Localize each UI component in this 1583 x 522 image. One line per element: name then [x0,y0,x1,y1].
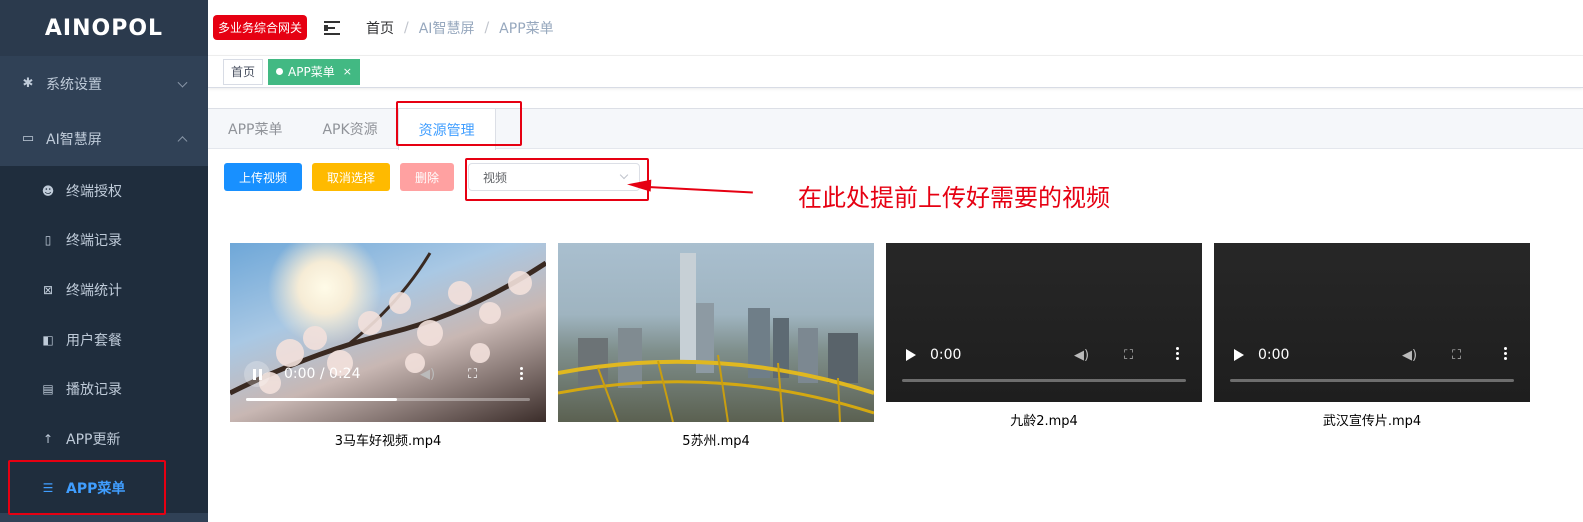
video-time: 0:00 [1258,347,1290,363]
close-icon[interactable]: × [343,65,352,78]
annotation-box-tab [396,101,522,146]
annotation-box-select [465,158,649,201]
video-controls: 0:00 ◀) ⛶ [886,347,1202,363]
hamburger-icon[interactable] [324,20,341,35]
video-controls: 0:00 / 0:24 ◀) ⛶ [230,361,546,387]
progress-bar[interactable] [1230,379,1514,382]
monitor-icon: ▭ [21,131,35,146]
fullscreen-icon[interactable]: ⛶ [468,367,477,382]
fullscreen-icon[interactable]: ⛶ [1124,348,1133,363]
tab-app-menu[interactable]: APP菜单 [208,109,302,149]
city-skyline-image [558,253,874,422]
breadcrumb-app-menu: APP菜单 [499,20,554,37]
cherry-blossom-image [230,252,546,396]
sidebar-group-label: AI智慧屏 [46,131,102,148]
tag-label: APP菜单 [288,65,335,79]
sidebar-item-app-update[interactable]: ↑ APP更新 [0,414,208,464]
video-controls: 0:00 ◀) ⛶ [1214,347,1530,363]
tag-label: 首页 [231,65,256,79]
chevron-up-icon [177,135,188,146]
tab-apk-resources[interactable]: APK资源 [302,109,397,149]
video-grid: 0:00 / 0:24 ◀) ⛶ 3马车好视频.mp4 5苏州.mp4 0:00… [230,243,1542,449]
video-player[interactable]: 0:00 / 0:24 ◀) ⛶ [230,243,546,422]
delete-button[interactable]: 删除 [400,163,455,191]
breadcrumb: 首页 / AI智慧屏 / APP菜单 [366,18,554,38]
sidebar-item-label: 终端统计 [66,282,122,299]
sidebar-group-ai-screen[interactable]: ▭ AI智慧屏 [0,111,208,166]
video-name: 九龄2.mp4 [1010,414,1078,429]
video-player[interactable]: 0:00 ◀) ⛶ [886,243,1202,402]
progress-bar[interactable] [246,398,530,401]
tags-view: 首页 APP菜单 × [208,56,1583,88]
arrow-up-icon: ↑ [42,431,54,446]
package-icon: ◧ [42,332,54,347]
video-time: 0:00 / 0:24 [284,366,361,382]
gear-icon: ✱ [22,76,34,91]
sidebar-group-label: 系统设置 [46,76,102,93]
sidebar-item-user-package[interactable]: ◧ 用户套餐 [0,315,208,365]
calendar-icon: ⊠ [42,282,54,297]
pause-icon[interactable] [244,361,270,387]
video-name: 5苏州.mp4 [682,434,750,449]
video-name: 武汉宣传片.mp4 [1322,414,1422,429]
video-time: 0:00 [930,347,962,363]
breadcrumb-ai-screen: AI智慧屏 [418,20,475,37]
sidebar-item-play-records[interactable]: ▤ 播放记录 [0,364,208,414]
video-card: 0:00 / 0:24 ◀) ⛶ 3马车好视频.mp4 [230,243,546,449]
play-icon[interactable] [906,349,916,361]
annotation-box-sidebar [8,460,166,515]
sidebar-item-terminal-stats[interactable]: ⊠ 终端统计 [0,265,208,315]
play-icon[interactable] [1234,349,1244,361]
volume-icon[interactable]: ◀) [420,367,435,382]
annotation-arrow-head [626,178,652,192]
sidebar-item-label: 终端记录 [66,233,122,250]
sidebar-item-terminal-records[interactable]: ▯ 终端记录 [0,216,208,266]
navbar: 多业务综合网关 首页 / AI智慧屏 / APP菜单 [208,0,1583,56]
sidebar-group-settings[interactable]: ✱ 系统设置 [0,56,208,111]
sidebar-item-label: 终端授权 [66,183,122,200]
logo: AINOPOL [0,0,208,56]
cancel-selection-button[interactable]: 取消选择 [312,163,391,191]
video-card: 0:00 ◀) ⛶ 九龄2.mp4 [886,243,1202,449]
tag-home[interactable]: 首页 [223,58,264,85]
main-area: 多业务综合网关 首页 / AI智慧屏 / APP菜单 首页 APP菜单 × AP… [208,0,1583,522]
breadcrumb-home[interactable]: 首页 [366,18,394,38]
more-options-icon[interactable] [520,367,524,382]
annotation-arrow-line [647,186,753,194]
volume-icon[interactable]: ◀) [1402,348,1417,363]
active-dot-icon [276,68,284,75]
progress-bar[interactable] [902,379,1186,382]
sidebar-item-label: 播放记录 [66,382,122,399]
chevron-down-icon [177,77,188,88]
tag-app-menu[interactable]: APP菜单 × [268,58,360,85]
progress-fill [246,398,397,401]
upload-video-button[interactable]: 上传视频 [224,163,303,191]
breadcrumb-separator: / [404,19,409,36]
more-options-icon[interactable] [1504,347,1508,362]
sidebar-item-label: APP更新 [66,431,121,448]
video-name: 3马车好视频.mp4 [334,434,442,449]
video-player[interactable]: 0:00 ◀) ⛶ [1214,243,1530,402]
document-icon: ▯ [44,233,52,248]
robot-icon: ☻ [41,183,55,198]
sidebar: AINOPOL ✱ 系统设置 ▭ AI智慧屏 ☻ 终端授权 ▯ 终端记录 ⊠ 终… [0,0,208,522]
sidebar-item-label: 用户套餐 [66,332,122,349]
video-card: 0:00 ◀) ⛶ 武汉宣传片.mp4 [1214,243,1530,449]
log-icon: ▤ [42,382,54,397]
sidebar-item-terminal-auth[interactable]: ☻ 终端授权 [0,166,208,216]
fullscreen-icon[interactable]: ⛶ [1452,348,1461,363]
app-root: AINOPOL ✱ 系统设置 ▭ AI智慧屏 ☻ 终端授权 ▯ 终端记录 ⊠ 终… [0,0,1583,522]
volume-icon[interactable]: ◀) [1074,348,1089,363]
annotation-text: 在此处提前上传好需要的视频 [798,184,1110,212]
video-card: 5苏州.mp4 [558,243,874,449]
video-player[interactable] [558,243,874,422]
breadcrumb-separator: / [484,19,490,36]
more-options-icon[interactable] [1176,347,1180,362]
gateway-badge[interactable]: 多业务综合网关 [213,15,308,40]
